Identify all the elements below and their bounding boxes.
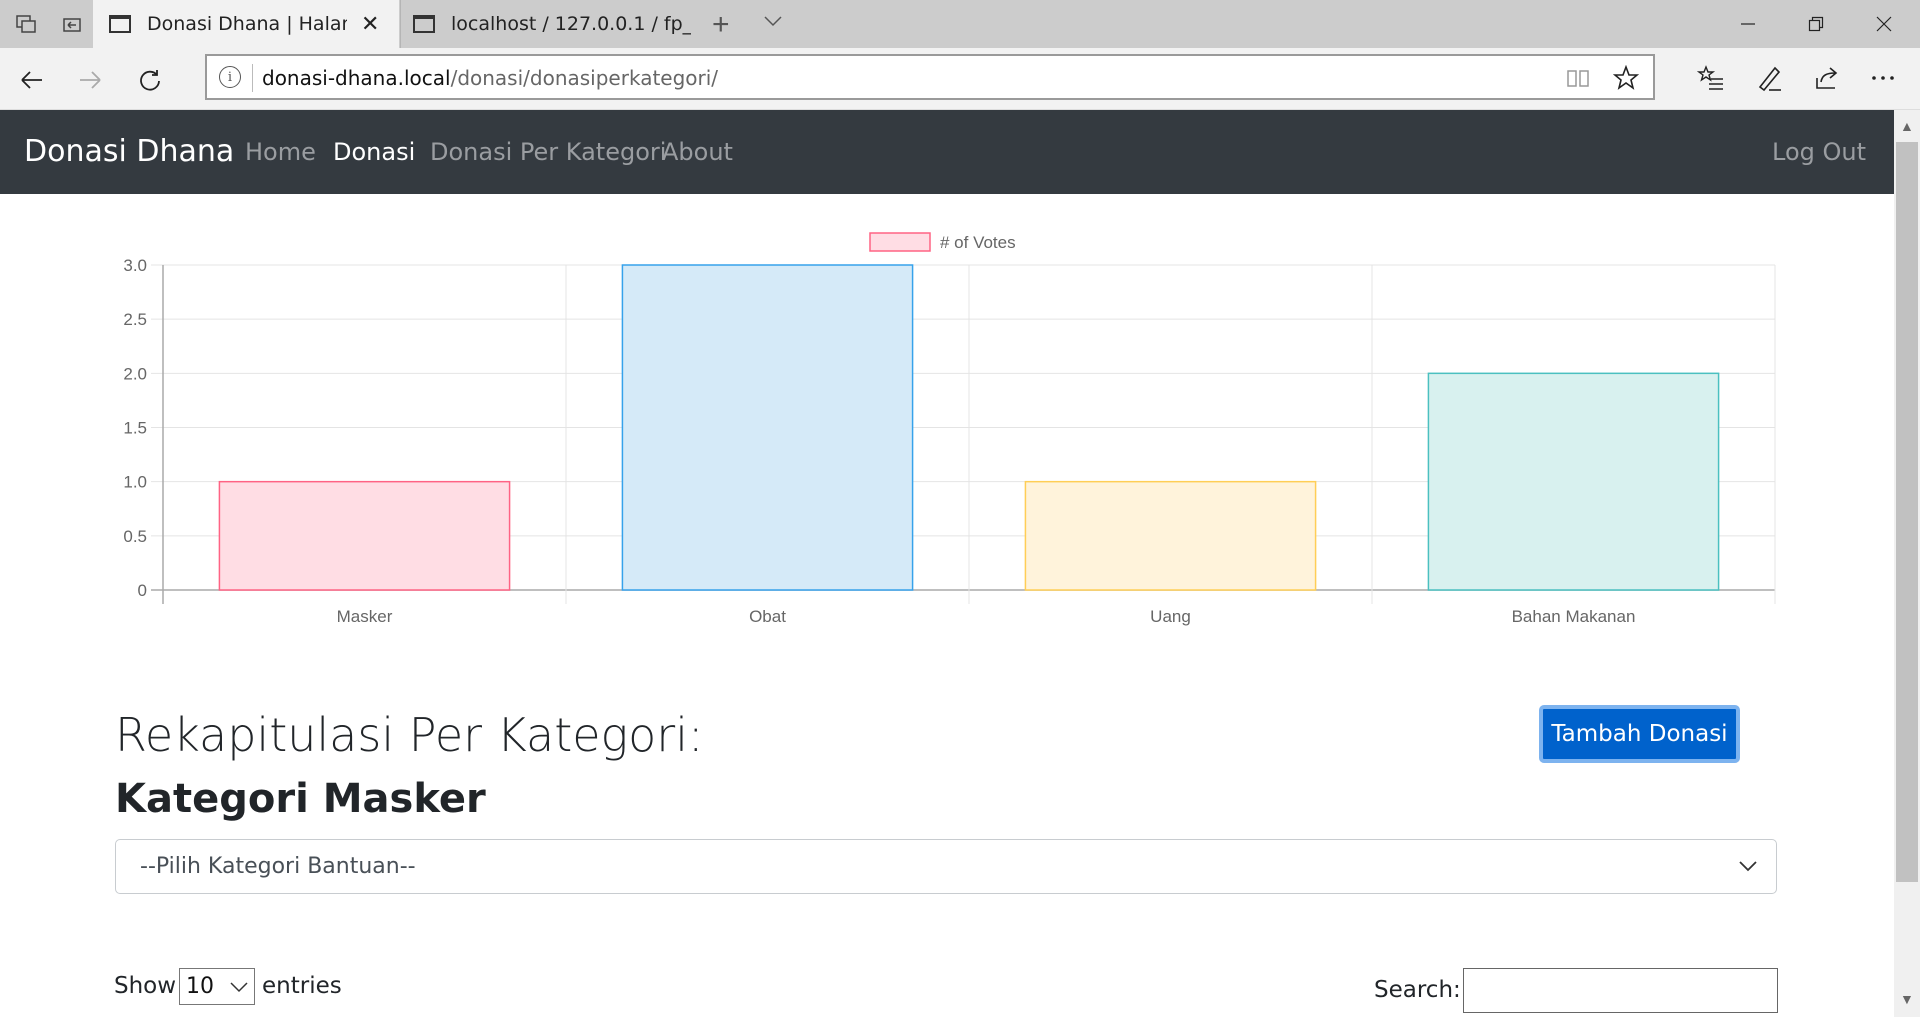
nav-link-about[interactable]: About	[662, 138, 733, 166]
chart-bar-obat	[621, 264, 914, 591]
entries-per-page-select[interactable]: 10	[179, 968, 255, 1005]
chart-bar-masker	[218, 480, 511, 591]
page-scrollbar[interactable]: ▲ ▼	[1894, 110, 1920, 1017]
x-tick-label: Uang	[1150, 607, 1191, 626]
legend-swatch	[869, 232, 931, 252]
url-path: /donasi/donasiperkategori/	[450, 66, 719, 90]
y-tick-label: 2.5	[123, 310, 147, 329]
url-host: donasi-dhana.local	[262, 66, 451, 90]
y-tick-label: 1.0	[123, 473, 147, 492]
scroll-down-icon[interactable]: ▼	[1900, 991, 1914, 1007]
y-tick-label: 2.0	[123, 364, 147, 383]
entries-per-page-value: 10	[186, 974, 214, 999]
forward-arrow-icon[interactable]	[70, 60, 110, 100]
y-tick-label: 3.0	[123, 256, 147, 275]
scroll-thumb[interactable]	[1896, 142, 1918, 882]
pen-icon[interactable]	[1752, 61, 1786, 95]
new-tab-icon[interactable]: +	[712, 8, 730, 42]
url-field[interactable]: i donasi-dhana.local/donasi/donasiperkat…	[205, 54, 1655, 100]
minimize-icon[interactable]	[1718, 0, 1778, 48]
chevron-down-icon	[1739, 861, 1757, 872]
url-text: donasi-dhana.local/donasi/donasiperkateg…	[262, 66, 718, 90]
category-select-value: --Pilih Kategori Bantuan--	[140, 854, 416, 879]
favorites-list-icon[interactable]	[1694, 61, 1728, 95]
reading-view-icon[interactable]	[1565, 65, 1591, 91]
page-icon	[413, 15, 435, 33]
share-icon[interactable]	[1810, 61, 1844, 95]
tab-title: localhost / 127.0.0.1 / fp_pb	[451, 13, 691, 35]
set-aside-tabs-icon[interactable]	[56, 9, 88, 41]
x-tick-label: Masker	[337, 607, 393, 626]
bar-chart: 0 0.5 1.0 1.5 2.0 2.5 3.0 Masker Obat Uang Bahan M…	[123, 232, 1776, 626]
add-donation-button[interactable]: Tambah Donasi	[1539, 705, 1740, 763]
site-navbar: Donasi Dhana Home Donasi Donasi Per Kate…	[0, 110, 1894, 194]
browser-tab-bar: Donasi Dhana | Halama ✕ localhost / 127.…	[0, 0, 1920, 48]
y-tick-label: 0.5	[123, 527, 147, 546]
nav-link-home[interactable]: Home	[245, 138, 316, 166]
x-tick-label: Obat	[749, 607, 786, 626]
search-input[interactable]	[1463, 968, 1778, 1013]
restore-icon[interactable]	[1786, 0, 1846, 48]
page-icon	[109, 15, 131, 33]
legend-label: # of Votes	[940, 233, 1016, 252]
tab-active[interactable]: Donasi Dhana | Halama ✕	[93, 0, 399, 48]
tab-title: Donasi Dhana | Halama	[147, 13, 347, 35]
logout-link[interactable]: Log Out	[1772, 138, 1866, 166]
more-icon[interactable]	[1866, 61, 1900, 95]
star-icon[interactable]	[1613, 65, 1639, 91]
tab-inactive[interactable]: localhost / 127.0.0.1 / fp_pb	[400, 0, 700, 48]
y-tick-label: 1.5	[123, 419, 147, 438]
close-tab-icon[interactable]: ✕	[361, 12, 379, 37]
category-select[interactable]: --Pilih Kategori Bantuan--	[115, 839, 1777, 894]
y-tick-label: 0	[138, 581, 147, 600]
refresh-icon[interactable]	[130, 60, 170, 100]
nav-link-donasi-per-kategori[interactable]: Donasi Per Kategori	[430, 138, 666, 166]
chart-bar-uang	[1024, 480, 1317, 591]
x-tick-label: Bahan Makanan	[1512, 607, 1636, 626]
close-window-icon[interactable]	[1854, 0, 1914, 48]
back-arrow-icon[interactable]	[12, 60, 52, 100]
tab-manager-icon[interactable]	[10, 9, 42, 41]
info-icon[interactable]: i	[219, 66, 241, 88]
site-brand[interactable]: Donasi Dhana	[24, 134, 234, 169]
category-title: Kategori Masker	[115, 776, 486, 822]
show-label: Show	[114, 973, 177, 999]
nav-link-donasi[interactable]: Donasi	[333, 138, 415, 166]
chevron-down-icon	[230, 982, 248, 993]
chart-bar-bahan-makanan	[1427, 372, 1720, 591]
entries-label: entries	[262, 973, 342, 999]
search-label: Search:	[1374, 977, 1461, 1003]
address-bar: i donasi-dhana.local/donasi/donasiperkat…	[0, 48, 1920, 110]
chevron-down-icon[interactable]	[762, 10, 784, 37]
scroll-up-icon[interactable]: ▲	[1900, 118, 1914, 134]
page-title: Rekapitulasi Per Kategori:	[115, 708, 704, 762]
url-separator	[252, 64, 253, 92]
